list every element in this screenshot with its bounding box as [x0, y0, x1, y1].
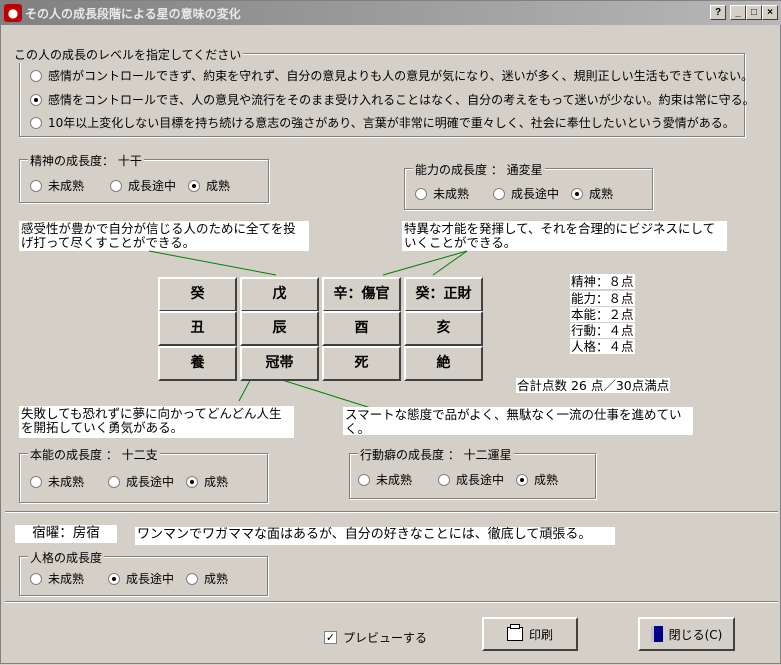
personality-note: ワンマンでワガママな面はあるが、自分の好きなことには、徹底して頑張る。: [135, 527, 615, 545]
grid-cell-r2-c3[interactable]: 酉: [322, 311, 401, 346]
grid-cell-r2-c4[interactable]: 亥: [404, 311, 483, 346]
score-total: 合計点数 26 点／30点満点: [516, 378, 671, 393]
close-button-label: 閉じる(C): [668, 627, 723, 642]
action-option-mature[interactable]: 成熟: [516, 471, 558, 488]
action-connector-line: [278, 378, 372, 409]
personality-growth-group: 人格の成長度 未成熟 成長途中 成熟: [19, 549, 268, 596]
instinct-option-growing[interactable]: 成長途中: [108, 473, 174, 490]
grid-cell-r2-c2[interactable]: 辰: [240, 311, 319, 346]
grid-cell-r3-c2[interactable]: 冠帯: [240, 346, 319, 381]
close-button[interactable]: 閉じる(C): [638, 617, 735, 651]
personality-option-growing[interactable]: 成長途中: [108, 570, 174, 587]
instinct-option-mature-label: 成熟: [204, 475, 229, 489]
separator-top: [5, 511, 778, 513]
action-growth-legend: 行動癖の成長度 ： 十二運星: [358, 446, 514, 463]
personality-option-mature-label: 成熟: [204, 572, 229, 586]
action-option-immature[interactable]: 未成熟: [358, 471, 412, 488]
instinct-option-immature[interactable]: 未成熟: [30, 473, 84, 490]
instinct-option-growing-label: 成長途中: [126, 475, 175, 489]
dialog-window: ● その人の成長段階による星の意味の変化 ? _ □ × この人の成長のレベルを…: [0, 0, 781, 664]
action-option-immature-label: 未成熟: [376, 473, 413, 487]
action-option-growing-label: 成長途中: [456, 473, 505, 487]
instinct-growth-group: 本能の成長度 ： 十二支 未成熟 成長途中 成熟: [19, 446, 268, 503]
instinct-growth-legend: 本能の成長度 ： 十二支: [28, 446, 160, 463]
grid-cell-r1-c2[interactable]: 戊: [240, 277, 319, 312]
preview-checkbox-row[interactable]: ✓ プレビューする: [324, 629, 427, 646]
grid-cell-r1-c3[interactable]: 辛：傷官: [322, 277, 401, 312]
instinct-option-immature-label: 未成熟: [48, 475, 85, 489]
printer-icon: [506, 624, 523, 641]
shukuyo-label: 宿曜：房宿: [15, 525, 117, 543]
grid-cell-r3-c4[interactable]: 絶: [404, 346, 483, 381]
preview-checkbox[interactable]: ✓: [324, 631, 337, 644]
score-personality: 人格：４点: [570, 339, 635, 354]
action-growth-group: 行動癖の成長度 ： 十二運星 未成熟 成長途中 成熟: [349, 446, 596, 499]
grid-cell-r2-c1[interactable]: 丑: [158, 311, 237, 346]
preview-label: プレビューする: [343, 631, 428, 645]
separator-bottom: [5, 601, 778, 603]
grid-cell-r3-c3[interactable]: 死: [322, 346, 401, 381]
score-instinct: 本能：２点: [570, 307, 635, 322]
score-ability: 能力：８点: [570, 291, 635, 306]
print-button-label: 印刷: [528, 627, 553, 642]
personality-growth-legend: 人格の成長度: [28, 549, 105, 566]
score-spirit: 精神：８点: [570, 274, 635, 289]
personality-option-mature[interactable]: 成熟: [186, 570, 228, 587]
print-button[interactable]: 印刷: [482, 617, 578, 651]
ability-connector-line-2: [432, 250, 468, 276]
instinct-note: 失敗しても恐れずに夢に向かってどんどん人生を開拓していく勇気がある。: [19, 406, 294, 438]
spirit-connector-line: [148, 250, 277, 276]
ability-connector-line-1: [382, 250, 468, 276]
action-option-mature-label: 成熟: [534, 473, 559, 487]
grid-cell-r1-c1[interactable]: 癸: [158, 277, 237, 312]
score-action: 行動：４点: [570, 323, 635, 338]
personality-option-immature-label: 未成熟: [48, 572, 85, 586]
personality-option-growing-label: 成長途中: [126, 572, 175, 586]
instinct-option-mature[interactable]: 成熟: [186, 473, 228, 490]
action-option-growing[interactable]: 成長途中: [438, 471, 504, 488]
exit-door-icon: [650, 626, 663, 642]
action-note: スマートな態度で品がよく、無駄なく一流の仕事を進めていく。: [343, 407, 693, 436]
personality-option-immature[interactable]: 未成熟: [30, 570, 84, 587]
grid-cell-r3-c1[interactable]: 養: [158, 346, 237, 381]
grid-cell-r1-c4[interactable]: 癸：正財: [404, 277, 483, 312]
